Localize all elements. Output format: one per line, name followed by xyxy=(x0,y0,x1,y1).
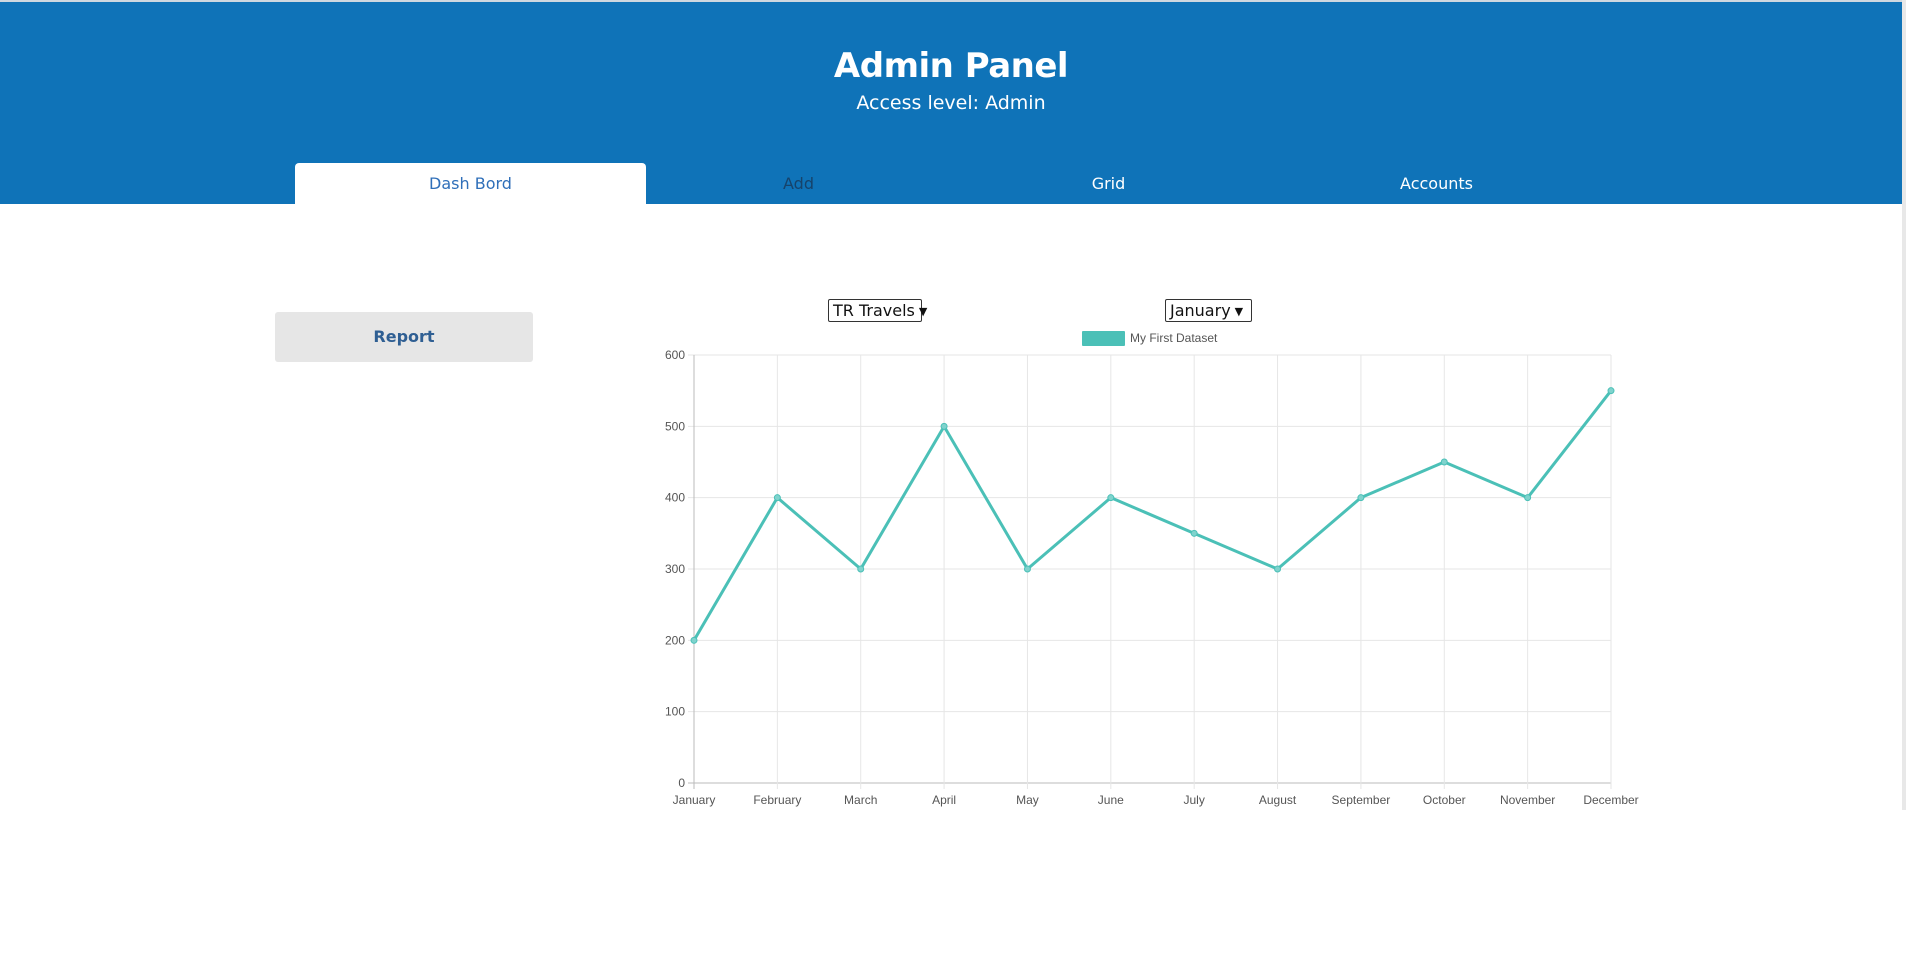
legend-swatch xyxy=(1082,331,1125,346)
x-tick-label: March xyxy=(844,793,877,807)
data-point xyxy=(857,565,865,573)
tab-add[interactable]: Add xyxy=(623,163,974,204)
chevron-down-icon: ▼ xyxy=(918,305,928,318)
y-tick-label: 300 xyxy=(665,562,685,576)
x-tick-label: September xyxy=(1332,793,1391,807)
x-tick-label: August xyxy=(1259,793,1297,807)
x-tick-label: November xyxy=(1500,793,1555,807)
x-tick-label: May xyxy=(1016,793,1039,807)
x-tick-label: April xyxy=(932,793,956,807)
data-point xyxy=(690,636,698,644)
company-select-value: TR Travels xyxy=(833,301,915,320)
data-point xyxy=(1440,458,1448,466)
data-point xyxy=(1190,529,1198,537)
month-select-value: January xyxy=(1170,301,1231,320)
data-point xyxy=(773,494,781,502)
data-point xyxy=(1274,565,1282,573)
data-point xyxy=(1607,387,1615,395)
chevron-down-icon: ▼ xyxy=(1234,305,1244,318)
y-tick-label: 100 xyxy=(665,705,685,719)
y-tick-label: 0 xyxy=(678,776,685,790)
report-button[interactable]: Report xyxy=(275,312,533,362)
y-tick-label: 600 xyxy=(665,348,685,362)
series-line xyxy=(692,389,1613,642)
data-point xyxy=(1524,494,1532,502)
x-tick-label: January xyxy=(673,793,716,807)
header-banner: Admin Panel Access level: Admin Dash Bor… xyxy=(0,0,1902,204)
x-tick-label: June xyxy=(1098,793,1124,807)
y-tick-label: 200 xyxy=(665,633,685,647)
page-title: Admin Panel xyxy=(833,46,1069,86)
scrollbar-edge[interactable] xyxy=(1902,0,1906,810)
month-select[interactable]: January ▼ xyxy=(1165,299,1252,322)
access-level-label: Access level: Admin xyxy=(856,92,1046,114)
x-tick-label: February xyxy=(753,793,801,807)
chart-legend: My First Dataset xyxy=(1082,331,1218,346)
x-tick-label: July xyxy=(1184,793,1205,807)
company-select[interactable]: TR Travels ▼ xyxy=(828,299,927,322)
data-point xyxy=(1357,494,1365,502)
data-point xyxy=(1023,565,1031,573)
x-tick-label: October xyxy=(1423,793,1466,807)
data-point xyxy=(940,422,948,430)
tab-dash-bord[interactable]: Dash Bord xyxy=(295,163,646,204)
y-tick-label: 400 xyxy=(665,491,685,505)
y-tick-label: 500 xyxy=(665,419,685,433)
x-tick-label: December xyxy=(1583,793,1638,807)
legend-label: My First Dataset xyxy=(1130,331,1218,345)
tab-grid[interactable]: Grid xyxy=(933,163,1284,204)
tab-accounts[interactable]: Accounts xyxy=(1261,163,1612,204)
data-point xyxy=(1107,494,1115,502)
